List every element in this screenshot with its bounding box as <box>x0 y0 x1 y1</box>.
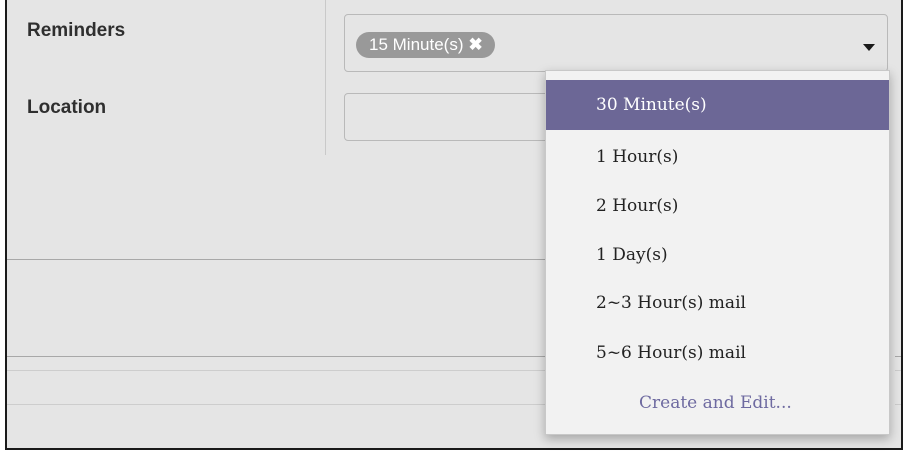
dropdown-option[interactable]: 2 Hour(s) <box>546 181 889 231</box>
divider <box>895 356 901 357</box>
divider <box>7 370 547 371</box>
divider <box>895 370 901 371</box>
dropdown-option[interactable]: 2~3 Hour(s) mail <box>546 278 889 328</box>
dropdown-option[interactable]: 30 Minute(s) <box>546 80 889 130</box>
column-divider <box>325 0 326 155</box>
divider <box>895 404 901 405</box>
reminders-label: Reminders <box>27 20 126 41</box>
reminder-options-dropdown: 30 Minute(s) 1 Hour(s) 2 Hour(s) 1 Day(s… <box>545 70 890 435</box>
divider <box>7 404 547 405</box>
dropdown-option[interactable]: 1 Hour(s) <box>546 132 889 182</box>
dropdown-option[interactable]: 5~6 Hour(s) mail <box>546 328 889 378</box>
create-and-edit-link[interactable]: Create and Edit... <box>546 378 889 428</box>
chevron-down-icon[interactable] <box>863 44 875 51</box>
reminders-select[interactable]: 15 Minute(s) ✖ <box>344 14 888 72</box>
reminder-tag: 15 Minute(s) ✖ <box>356 32 495 58</box>
close-icon[interactable]: ✖ <box>468 35 482 54</box>
dropdown-option[interactable]: 1 Day(s) <box>546 230 889 280</box>
divider <box>7 356 547 357</box>
reminder-tag-label: 15 Minute(s) <box>369 35 464 54</box>
divider <box>7 259 547 260</box>
location-label: Location <box>27 97 107 118</box>
